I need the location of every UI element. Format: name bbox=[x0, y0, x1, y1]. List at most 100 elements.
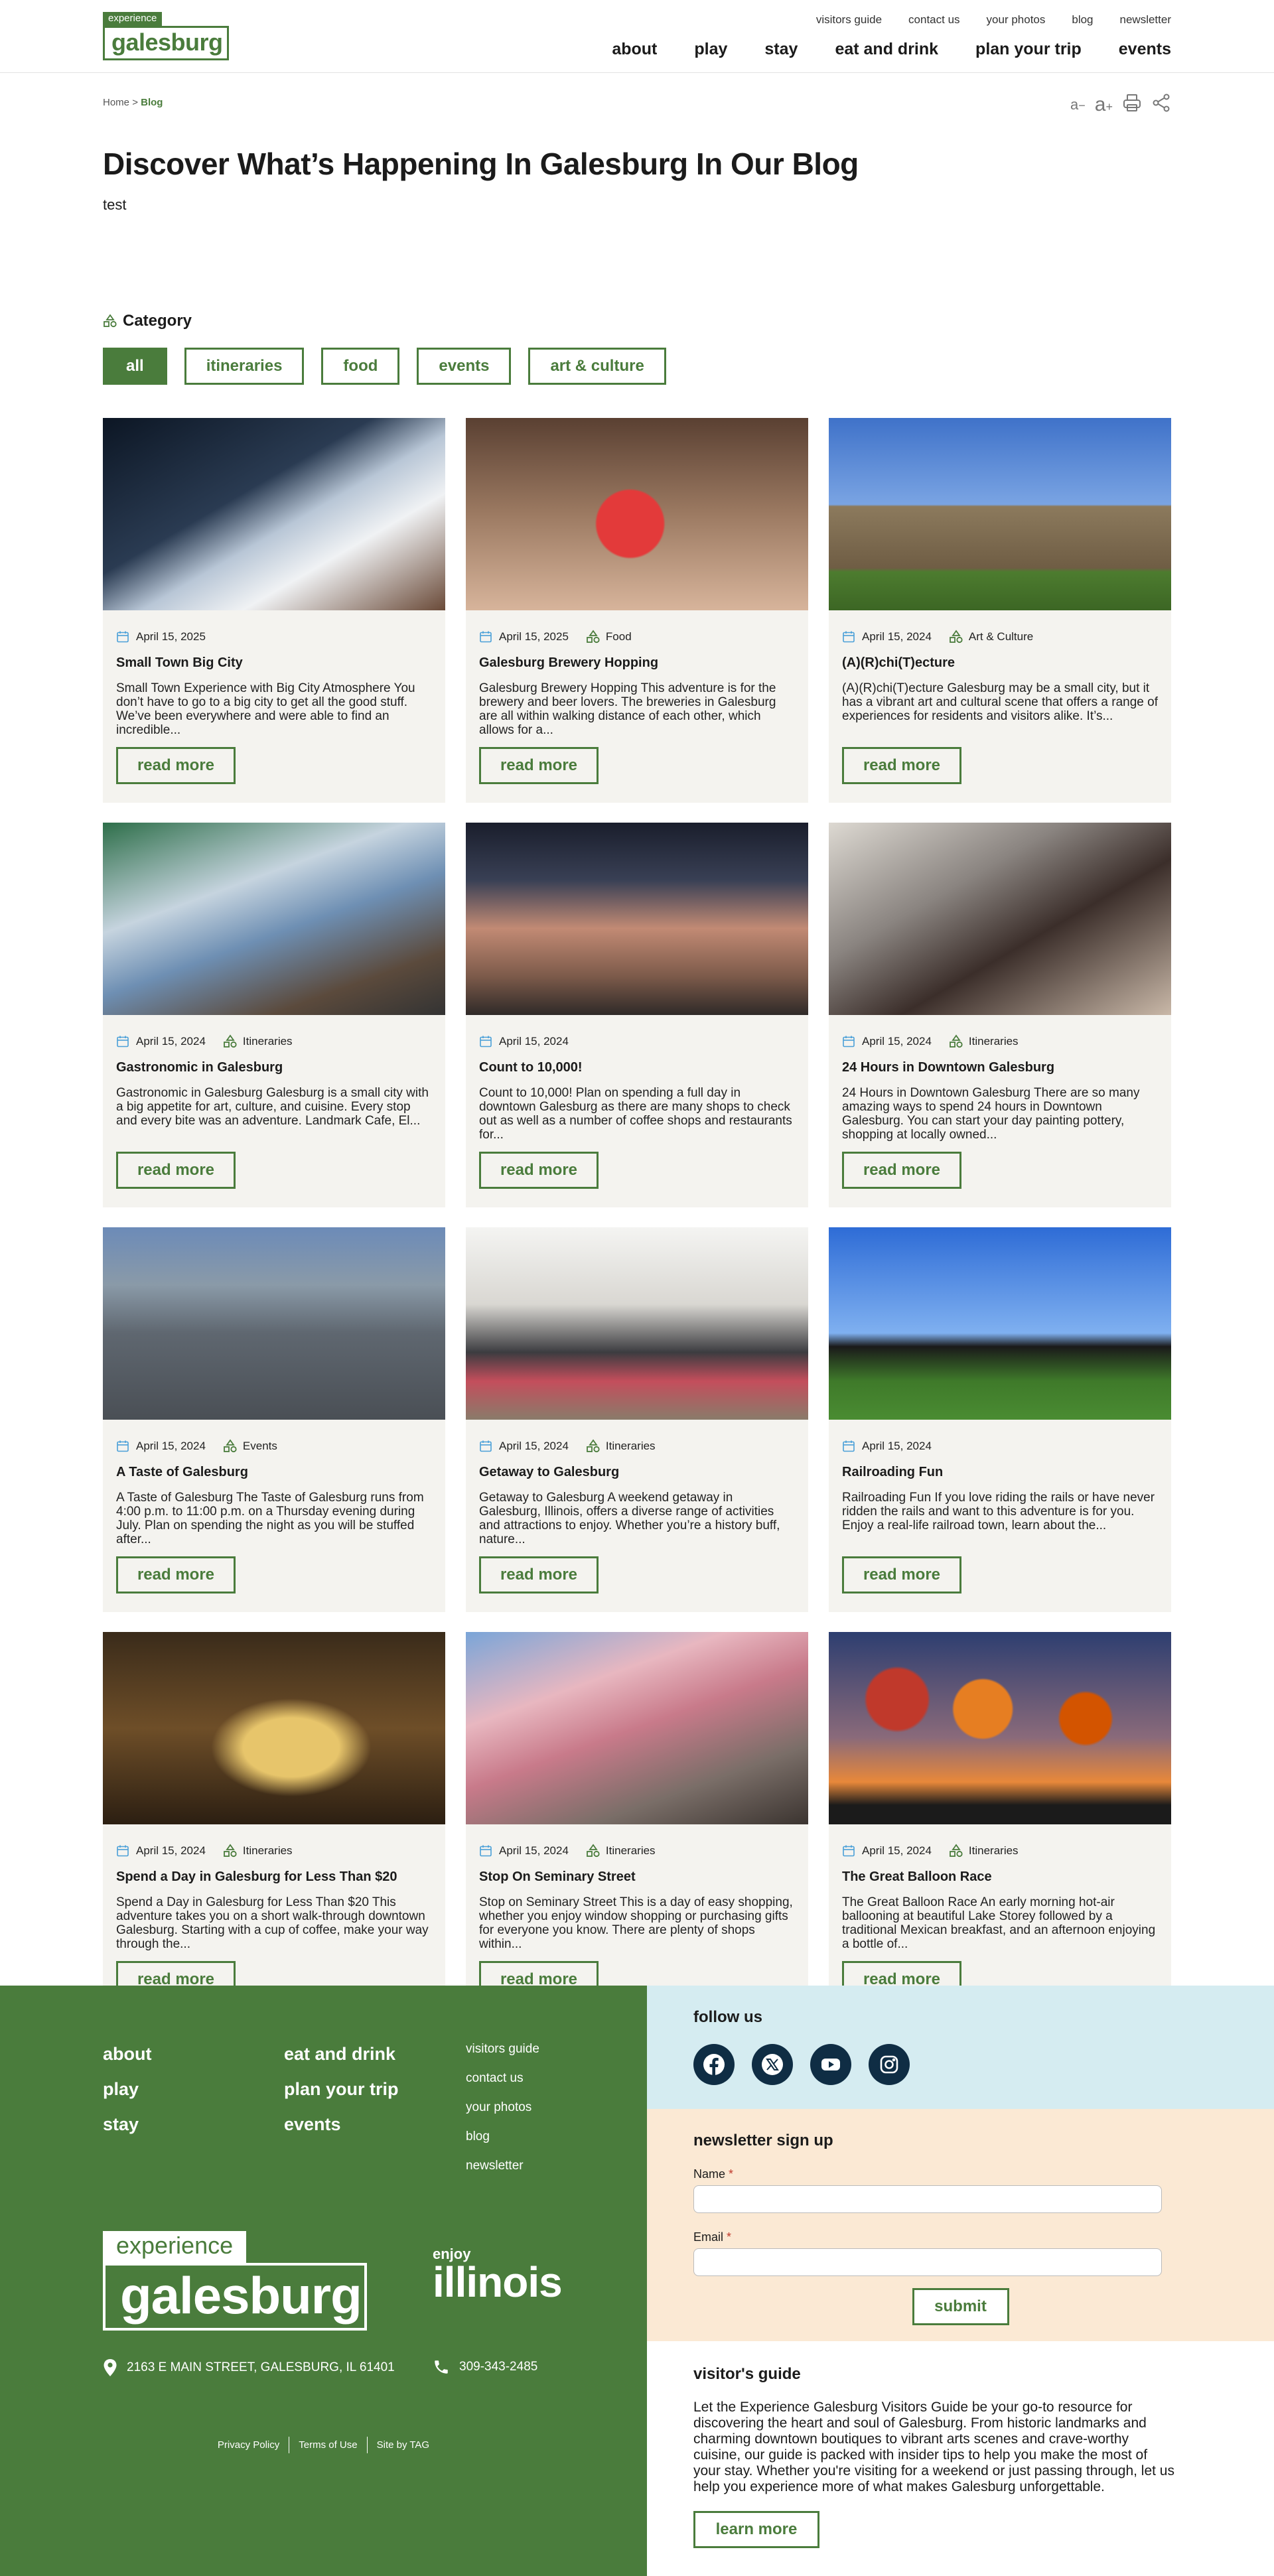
phone-link[interactable]: 309-343-2485 bbox=[459, 2360, 537, 2374]
footer-link-stay[interactable]: stay bbox=[103, 2114, 152, 2135]
name-field[interactable] bbox=[693, 2185, 1162, 2213]
card-image[interactable] bbox=[829, 823, 1171, 1015]
card-meta: April 15, 2024 Itineraries bbox=[829, 1824, 1171, 1860]
footer-link-about[interactable]: about bbox=[103, 2044, 152, 2065]
x-icon[interactable] bbox=[752, 2044, 793, 2085]
card-meta: April 15, 2024 Itineraries bbox=[466, 1824, 808, 1860]
card-category-label: Events bbox=[242, 1440, 277, 1452]
card-image[interactable] bbox=[829, 418, 1171, 610]
card-title[interactable]: Count to 10,000! bbox=[466, 1051, 808, 1075]
nav-about[interactable]: about bbox=[612, 40, 657, 59]
card-title[interactable]: Small Town Big City bbox=[103, 646, 445, 671]
card-image[interactable] bbox=[103, 823, 445, 1015]
card-title[interactable]: 24 Hours in Downtown Galesburg bbox=[829, 1051, 1171, 1075]
read-more-button[interactable]: read more bbox=[116, 1556, 236, 1593]
category-icon bbox=[104, 314, 117, 328]
filter-art-culture[interactable]: art & culture bbox=[528, 348, 666, 385]
card-image[interactable] bbox=[466, 823, 808, 1015]
card-title[interactable]: The Great Balloon Race bbox=[829, 1860, 1171, 1885]
card-title[interactable]: Stop On Seminary Street bbox=[466, 1860, 808, 1885]
footer-link-eat-and-drink[interactable]: eat and drink bbox=[284, 2044, 399, 2065]
site-logo[interactable]: experience galesburg bbox=[103, 12, 229, 60]
nav-events[interactable]: events bbox=[1119, 40, 1171, 59]
blog-card: April 15, 2025 Small Town Big City Small… bbox=[103, 418, 445, 803]
card-title[interactable]: (A)(R)chi(T)ecture bbox=[829, 646, 1171, 671]
card-title[interactable]: Galesburg Brewery Hopping bbox=[466, 646, 808, 671]
privacy-policy-link[interactable]: Privacy Policy bbox=[208, 2437, 290, 2453]
card-meta: April 15, 2024 bbox=[829, 1420, 1171, 1456]
submit-button[interactable]: submit bbox=[912, 2288, 1009, 2325]
facebook-icon[interactable] bbox=[693, 2044, 735, 2085]
card-title[interactable]: A Taste of Galesburg bbox=[103, 1456, 445, 1480]
card-image[interactable] bbox=[466, 418, 808, 610]
youtube-icon[interactable] bbox=[810, 2044, 851, 2085]
calendar-icon bbox=[843, 1440, 855, 1452]
read-more-button[interactable]: read more bbox=[116, 747, 236, 784]
read-more-button[interactable]: read more bbox=[842, 747, 961, 784]
share-icon[interactable] bbox=[1151, 93, 1171, 116]
filter-food[interactable]: food bbox=[321, 348, 400, 385]
enjoy-illinois-logo[interactable]: enjoy illinois bbox=[433, 2246, 563, 2303]
instagram-icon[interactable] bbox=[869, 2044, 910, 2085]
nav-eat-and-drink[interactable]: eat and drink bbox=[835, 40, 938, 59]
visitors-guide-text: Let the Experience Galesburg Visitors Gu… bbox=[693, 2400, 1174, 2494]
filter-itineraries[interactable]: itineraries bbox=[184, 348, 305, 385]
read-more-button[interactable]: read more bbox=[842, 1556, 961, 1593]
follow-us-panel: follow us bbox=[647, 1986, 1274, 2109]
text-increase-button[interactable]: a+ bbox=[1095, 94, 1113, 116]
card-image[interactable] bbox=[829, 1227, 1171, 1420]
read-more-button[interactable]: read more bbox=[116, 1152, 236, 1189]
nav-stay[interactable]: stay bbox=[764, 40, 798, 59]
card-image[interactable] bbox=[103, 1227, 445, 1420]
filter-events[interactable]: events bbox=[417, 348, 512, 385]
footer-link-blog[interactable]: blog bbox=[466, 2130, 539, 2144]
card-title[interactable]: Spend a Day in Galesburg for Less Than $… bbox=[103, 1860, 445, 1885]
footer-link-visitors-guide[interactable]: visitors guide bbox=[466, 2042, 539, 2057]
card-date: April 15, 2024 bbox=[136, 1440, 206, 1452]
address-text: 2163 E MAIN STREET, GALESBURG, IL 61401 bbox=[127, 2360, 395, 2374]
nav-plan-your-trip[interactable]: plan your trip bbox=[975, 40, 1082, 59]
blog-card: April 15, 2024 Art & Culture (A)(R)chi(T… bbox=[829, 418, 1171, 803]
blog-card: April 15, 2025 Food Galesburg Brewery Ho… bbox=[466, 418, 808, 803]
text-decrease-button[interactable]: a− bbox=[1070, 96, 1086, 113]
read-more-button[interactable]: read more bbox=[479, 1152, 599, 1189]
card-image[interactable] bbox=[466, 1632, 808, 1824]
card-excerpt: Railroading Fun If you love riding the r… bbox=[842, 1491, 1155, 1532]
utility-link-contact-us[interactable]: contact us bbox=[908, 13, 960, 27]
footer-link-play[interactable]: play bbox=[103, 2079, 152, 2100]
read-more-button[interactable]: read more bbox=[479, 747, 599, 784]
learn-more-button[interactable]: learn more bbox=[693, 2511, 819, 2548]
site-by-tag-link[interactable]: Site by TAG bbox=[368, 2437, 439, 2453]
footer-link-contact-us[interactable]: contact us bbox=[466, 2071, 539, 2086]
required-mark: * bbox=[727, 2230, 732, 2244]
read-more-button[interactable]: read more bbox=[479, 1556, 599, 1593]
card-category-label: Itineraries bbox=[968, 1035, 1019, 1048]
card-image[interactable] bbox=[829, 1632, 1171, 1824]
blog-card: April 15, 2024 Itineraries Stop On Semin… bbox=[466, 1632, 808, 2017]
card-image[interactable] bbox=[103, 1632, 445, 1824]
read-more-button[interactable]: read more bbox=[842, 1152, 961, 1189]
card-image[interactable] bbox=[103, 418, 445, 610]
footer-link-plan-your-trip[interactable]: plan your trip bbox=[284, 2079, 399, 2100]
footer-logo[interactable]: experience galesburg bbox=[103, 2231, 367, 2331]
footer-link-events[interactable]: events bbox=[284, 2114, 399, 2135]
card-image[interactable] bbox=[466, 1227, 808, 1420]
terms-of-use-link[interactable]: Terms of Use bbox=[289, 2437, 368, 2453]
card-title[interactable]: Gastronomic in Galesburg bbox=[103, 1051, 445, 1075]
card-title[interactable]: Getaway to Galesburg bbox=[466, 1456, 808, 1480]
utility-link-visitors-guide[interactable]: visitors guide bbox=[816, 13, 882, 27]
main-nav: about play stay eat and drink plan your … bbox=[612, 40, 1171, 59]
category-icon bbox=[587, 630, 600, 644]
utility-link-blog[interactable]: blog bbox=[1072, 13, 1093, 27]
nav-play[interactable]: play bbox=[694, 40, 727, 59]
card-title[interactable]: Railroading Fun bbox=[829, 1456, 1171, 1480]
filter-all[interactable]: all bbox=[103, 348, 167, 385]
email-field[interactable] bbox=[693, 2248, 1162, 2276]
footer-link-your-photos[interactable]: your photos bbox=[466, 2100, 539, 2115]
visitors-guide-panel: visitor's guide Let the Experience Gales… bbox=[647, 2341, 1274, 2576]
utility-link-newsletter[interactable]: newsletter bbox=[1120, 13, 1171, 27]
footer-link-newsletter[interactable]: newsletter bbox=[466, 2159, 539, 2173]
printer-icon[interactable] bbox=[1122, 93, 1142, 116]
breadcrumb-home[interactable]: Home bbox=[103, 97, 129, 108]
utility-link-your-photos[interactable]: your photos bbox=[987, 13, 1046, 27]
